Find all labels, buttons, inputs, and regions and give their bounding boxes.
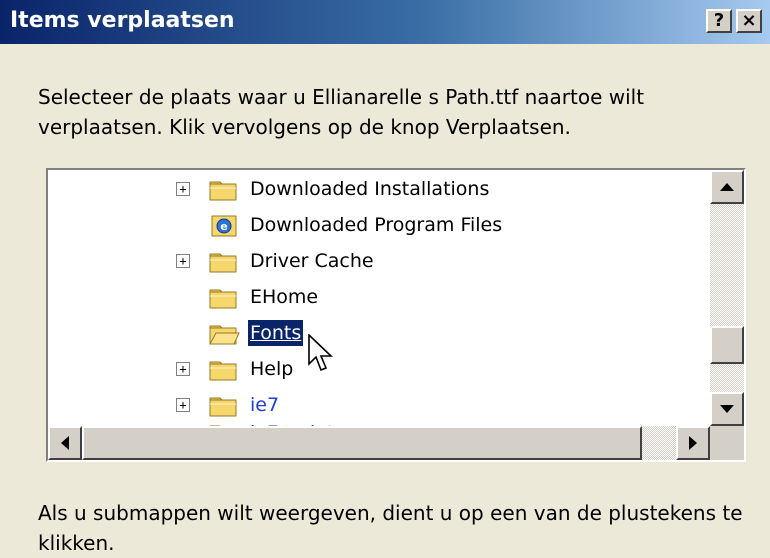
open-folder-icon xyxy=(209,325,240,345)
vertical-scroll-thumb[interactable] xyxy=(710,326,744,364)
expand-plus-icon[interactable]: + xyxy=(176,254,190,268)
arrow-down-icon xyxy=(720,405,734,413)
hint-line-2: klikken. xyxy=(38,531,115,555)
close-button[interactable]: × xyxy=(736,9,762,33)
tree-item-help[interactable]: + Help xyxy=(48,354,710,386)
tree-item-driver-cache[interactable]: + Driver Cache xyxy=(48,246,710,278)
folder-icon xyxy=(209,253,237,273)
tree-item-downloaded-program-files[interactable]: e Downloaded Program Files xyxy=(48,210,710,242)
expand-plus-icon[interactable]: + xyxy=(176,362,190,376)
tree-item-ie7updates[interactable]: ie7updates xyxy=(48,418,710,426)
ie-folder-icon: e xyxy=(211,215,237,237)
tree-item-fonts[interactable]: Fonts xyxy=(48,318,710,350)
instructions-line-1: Selecteer de plaats waar u Ellianarelle … xyxy=(38,85,645,109)
tree-view: + Downloaded Installations e Downloaded … xyxy=(48,170,710,426)
svg-text:e: e xyxy=(220,220,227,233)
scroll-left-button[interactable] xyxy=(48,426,82,460)
instructions-line-2: verplaatsen. Klik vervolgens op de knop … xyxy=(38,115,571,139)
mouse-pointer-icon xyxy=(308,334,333,372)
folder-icon xyxy=(209,181,237,201)
tree-item-label[interactable]: Downloaded Program Files xyxy=(248,212,504,238)
hint-line-1: Als u submappen wilt weergeven, dient u … xyxy=(38,501,743,525)
scroll-up-button[interactable] xyxy=(710,170,744,204)
folder-icon xyxy=(209,361,237,381)
arrow-up-icon xyxy=(720,183,734,191)
tree-item-label[interactable]: ie7 xyxy=(248,392,281,418)
horizontal-scroll-thumb[interactable] xyxy=(82,426,642,460)
tree-item-label[interactable]: Help xyxy=(248,356,295,382)
scroll-right-button[interactable] xyxy=(676,426,710,460)
arrow-left-icon xyxy=(61,436,69,450)
expand-plus-icon[interactable]: + xyxy=(176,182,190,196)
tree-item-downloaded-installations[interactable]: + Downloaded Installations xyxy=(48,174,710,206)
vertical-scrollbar[interactable] xyxy=(710,170,744,426)
expand-plus-icon[interactable]: + xyxy=(176,398,190,412)
folder-icon xyxy=(209,289,237,309)
folder-tree[interactable]: + Downloaded Installations e Downloaded … xyxy=(46,168,746,462)
tree-item-label[interactable]: EHome xyxy=(248,284,320,310)
tree-item-label[interactable]: Driver Cache xyxy=(248,248,376,274)
hint-text: Als u submappen wilt weergeven, dient u … xyxy=(38,498,758,558)
arrow-right-icon xyxy=(689,436,697,450)
title-bar: Items verplaatsen ? × xyxy=(0,0,770,44)
horizontal-scrollbar[interactable] xyxy=(48,426,710,460)
tree-item-ehome[interactable]: EHome xyxy=(48,282,710,314)
dialog-title: Items verplaatsen xyxy=(10,8,235,33)
folder-icon xyxy=(209,397,237,417)
tree-item-label-selected[interactable]: Fonts xyxy=(248,320,304,346)
tree-item-label[interactable]: Downloaded Installations xyxy=(248,176,491,202)
scrollbar-corner xyxy=(710,426,744,460)
instructions-text: Selecteer de plaats waar u Ellianarelle … xyxy=(38,82,738,142)
scroll-down-button[interactable] xyxy=(710,392,744,426)
help-button[interactable]: ? xyxy=(706,9,732,33)
